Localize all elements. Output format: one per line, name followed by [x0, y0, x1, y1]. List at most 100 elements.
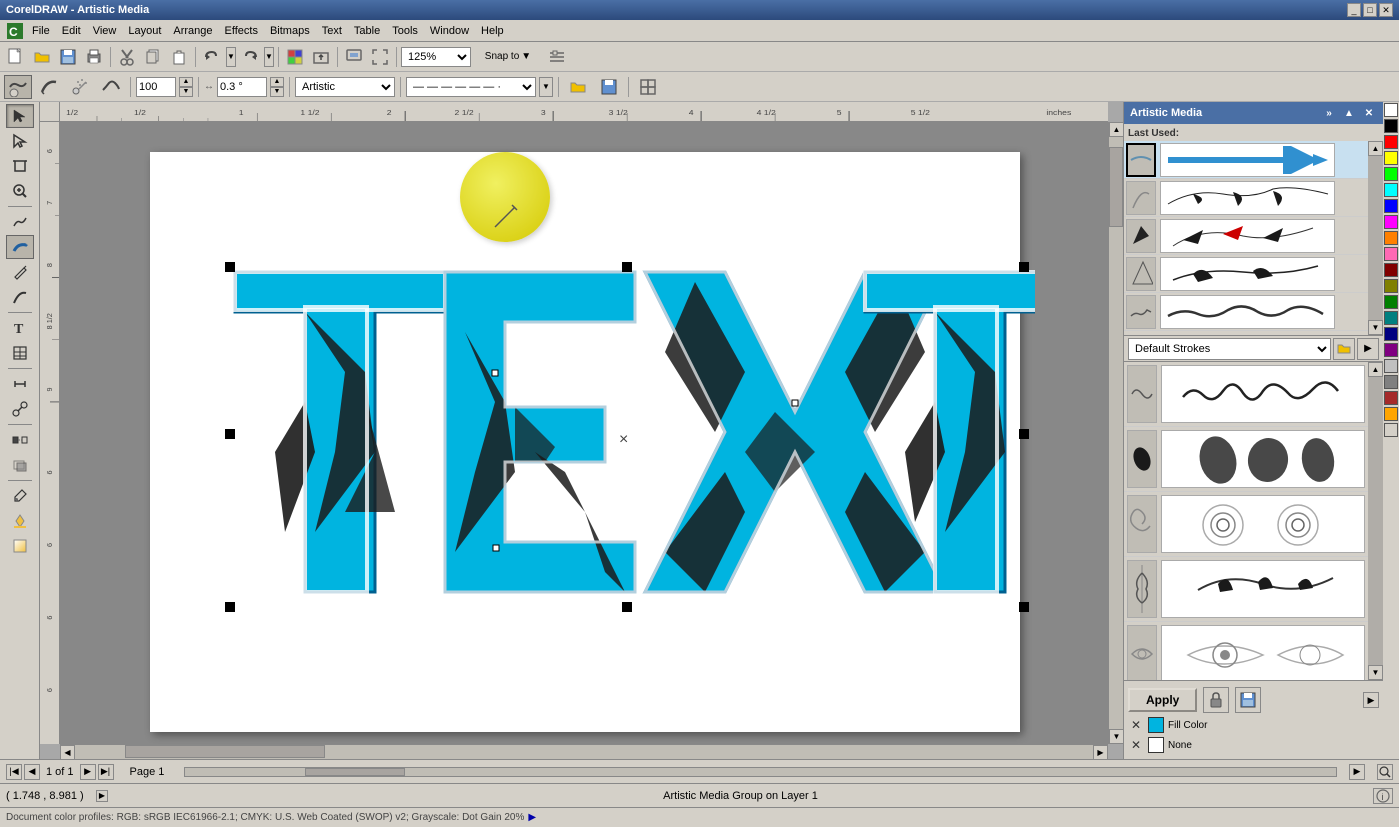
stroke-thumb-2[interactable]: [1126, 181, 1156, 215]
menu-tools[interactable]: Tools: [386, 23, 424, 39]
stroke-preview-b5[interactable]: [1161, 625, 1365, 680]
smoothing-input[interactable]: [136, 77, 176, 97]
am-fill-swatch[interactable]: [1148, 717, 1164, 733]
artistic-media-tool[interactable]: [6, 235, 34, 259]
am-none-swatch[interactable]: [1148, 737, 1164, 753]
stroke-save-btn[interactable]: [595, 75, 623, 99]
color-swatch-silver[interactable]: [1384, 359, 1398, 373]
menu-text[interactable]: Text: [316, 23, 348, 39]
undo-btn[interactable]: [200, 45, 224, 69]
stroke-preview-2[interactable]: [1160, 181, 1335, 215]
interactive-fill-tool[interactable]: [6, 534, 34, 558]
open-btn[interactable]: [30, 45, 54, 69]
freehand-tool[interactable]: [6, 210, 34, 234]
snap-dropdown-btn[interactable]: Snap to ▼: [473, 45, 543, 69]
stroke-preview-1[interactable]: [1160, 143, 1335, 177]
pressure-mode-btn[interactable]: [97, 75, 125, 99]
menu-edit[interactable]: Edit: [56, 23, 87, 39]
new-btn[interactable]: [4, 45, 28, 69]
stroke-row-1[interactable]: [1124, 141, 1368, 179]
smoothing-up[interactable]: ▲: [179, 77, 193, 87]
calligraphy-tool[interactable]: [6, 285, 34, 309]
save-btn[interactable]: [56, 45, 80, 69]
stroke-style-dropdown[interactable]: ▼: [539, 77, 553, 97]
am-top-scroll-track[interactable]: [1368, 156, 1383, 320]
scroll-track-v[interactable]: [1109, 137, 1123, 729]
stroke-preview-4[interactable]: [1160, 257, 1335, 291]
color-swatch-amber[interactable]: [1384, 407, 1398, 421]
menu-window[interactable]: Window: [424, 23, 475, 39]
am-panel-restore[interactable]: ▲: [1341, 105, 1357, 121]
stroke-preview-b2[interactable]: [1161, 430, 1365, 488]
fill-tool[interactable]: [6, 509, 34, 533]
status-info-btn[interactable]: i: [1373, 788, 1393, 804]
menu-arrange[interactable]: Arrange: [167, 23, 218, 39]
stroke-preview-5[interactable]: [1160, 295, 1335, 329]
close-btn[interactable]: ✕: [1379, 3, 1393, 17]
color-swatch-orange[interactable]: [1384, 231, 1398, 245]
copy-btn[interactable]: [141, 45, 165, 69]
am-top-scroll-down[interactable]: ▼: [1368, 320, 1383, 335]
am-lock-btn[interactable]: [1203, 687, 1229, 713]
color-swatch-gray[interactable]: [1384, 375, 1398, 389]
color-profile-link[interactable]: ▶: [528, 812, 536, 823]
color-swatch-olive[interactable]: [1384, 279, 1398, 293]
coord-expand-btn[interactable]: ▶: [96, 790, 108, 802]
color-swatch-navy[interactable]: [1384, 327, 1398, 341]
h-scroll-thumb[interactable]: [305, 768, 405, 776]
redo-dropdown[interactable]: ▼: [264, 47, 274, 67]
color-swatch-blue[interactable]: [1384, 199, 1398, 213]
menu-file[interactable]: File: [26, 23, 56, 39]
am-apply-button[interactable]: Apply: [1128, 688, 1197, 712]
color-swatch-cyan[interactable]: [1384, 183, 1398, 197]
am-panel-close[interactable]: ✕: [1361, 105, 1377, 121]
color-swatch-brown[interactable]: [1384, 391, 1398, 405]
scroll-thumb-v[interactable]: [1109, 147, 1123, 227]
color-swatch-yellow[interactable]: [1384, 151, 1398, 165]
menu-help[interactable]: Help: [475, 23, 510, 39]
connector-tool[interactable]: [6, 397, 34, 421]
stroke-thumb-b3[interactable]: [1127, 495, 1157, 553]
scroll-down-btn[interactable]: ▼: [1109, 729, 1123, 744]
am-panel-expand-right[interactable]: ▶: [1363, 692, 1379, 708]
fidelity-down[interactable]: ▼: [270, 87, 284, 97]
am-panel-expand[interactable]: »: [1321, 105, 1337, 121]
stroke-thumb-b4[interactable]: [1127, 560, 1157, 618]
preset-mode-btn[interactable]: [4, 75, 32, 99]
text-tool[interactable]: T: [6, 316, 34, 340]
redo-btn[interactable]: [238, 45, 262, 69]
page-label-tab[interactable]: Page 1: [122, 766, 173, 778]
color-swatch-darkgreen[interactable]: [1384, 295, 1398, 309]
canvas-viewport[interactable]: ×: [60, 122, 1108, 744]
am-top-scroll[interactable]: ▲ ▼: [1368, 141, 1383, 335]
scroll-left-btn[interactable]: ◀: [60, 745, 75, 759]
scroll-track-h[interactable]: [75, 745, 1093, 759]
dimension-tool[interactable]: [6, 372, 34, 396]
maximize-btn[interactable]: □: [1363, 3, 1377, 17]
page-start-btn[interactable]: |◀: [6, 764, 22, 780]
zoom-tool[interactable]: [6, 179, 34, 203]
undo-dropdown[interactable]: ▼: [226, 47, 236, 67]
cut-btn[interactable]: [115, 45, 139, 69]
spray-mode-btn[interactable]: [66, 75, 94, 99]
stroke-row-2[interactable]: [1124, 179, 1368, 217]
color-swatch-magenta[interactable]: [1384, 215, 1398, 229]
color-swatch-white[interactable]: [1384, 103, 1398, 117]
snap-settings-btn[interactable]: [545, 45, 569, 69]
stroke-thumb-3[interactable]: [1126, 219, 1156, 253]
menu-table[interactable]: Table: [348, 23, 386, 39]
calligraphy-mode-btn[interactable]: [35, 75, 63, 99]
am-bottom-scroll-up[interactable]: ▲: [1368, 362, 1383, 377]
stroke-row-b2[interactable]: [1124, 427, 1368, 492]
stroke-thumb-b1[interactable]: [1127, 365, 1157, 423]
am-top-scroll-up[interactable]: ▲: [1368, 141, 1383, 156]
import-btn[interactable]: [283, 45, 307, 69]
stroke-row-3[interactable]: [1124, 217, 1368, 255]
print-btn[interactable]: [82, 45, 106, 69]
stroke-thumb-4[interactable]: [1126, 257, 1156, 291]
eyedropper-tool[interactable]: [6, 484, 34, 508]
color-swatch-lt-gray[interactable]: [1384, 423, 1398, 437]
artistic-mode-select[interactable]: Artistic Calligraphy Pressure Spray: [295, 77, 395, 97]
menu-layout[interactable]: Layout: [122, 23, 167, 39]
am-bottom-scroll-down[interactable]: ▼: [1368, 665, 1383, 680]
